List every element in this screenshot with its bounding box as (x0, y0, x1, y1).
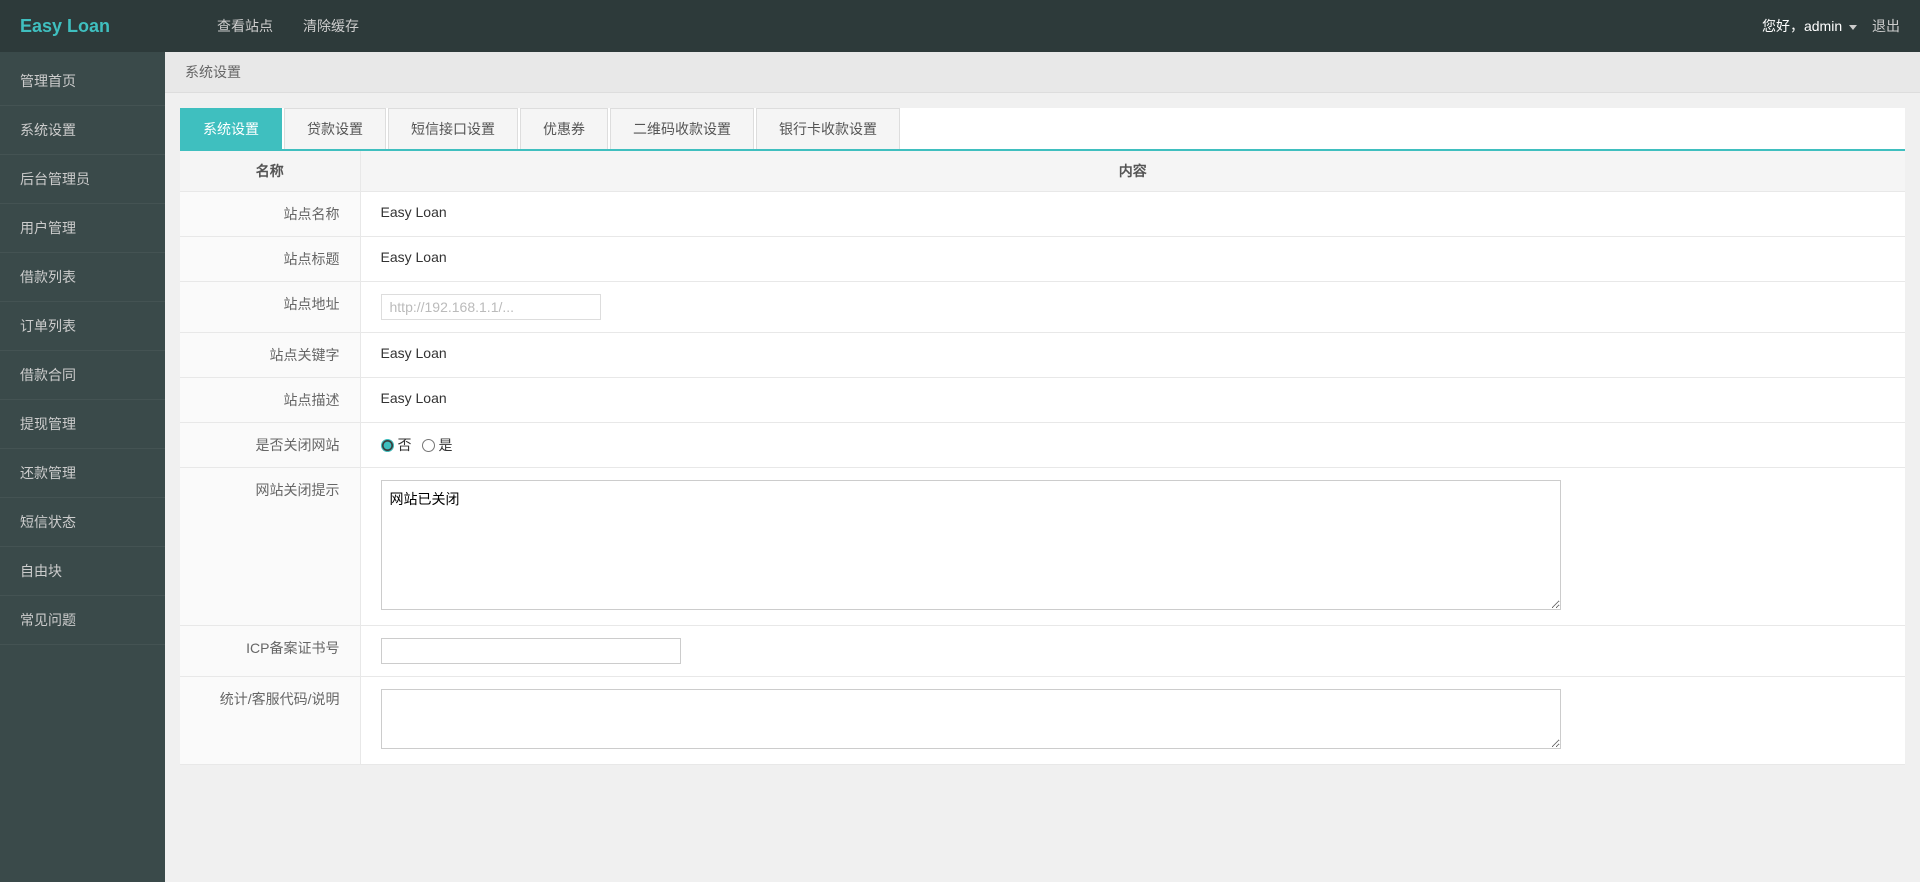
logout-button[interactable]: 退出 (1872, 16, 1900, 36)
table-row: 是否关闭网站 否 是 (180, 423, 1905, 468)
table-row: 统计/客服代码/说明 (180, 677, 1905, 765)
header-name: 名称 (180, 151, 360, 192)
icp-input[interactable] (381, 638, 681, 664)
breadcrumb: 系统设置 (165, 52, 1920, 93)
table-row: 站点名称 Easy Loan (180, 192, 1905, 237)
sidebar-item-free-block[interactable]: 自由块 (0, 547, 165, 596)
radio-no-text: 否 (398, 435, 412, 455)
tab-system-settings[interactable]: 系统设置 (180, 108, 282, 149)
site-desc-value: Easy Loan (381, 390, 447, 406)
site-keywords-value: Easy Loan (381, 345, 447, 361)
label-site-closed: 是否关闭网站 (180, 423, 360, 468)
table-row: 站点描述 Easy Loan (180, 378, 1905, 423)
value-stat-code (360, 677, 1905, 765)
view-site-link[interactable]: 查看站点 (217, 16, 273, 36)
tab-qrcode[interactable]: 二维码收款设置 (610, 108, 754, 149)
site-closed-radio-group: 否 是 (381, 435, 1886, 455)
user-dropdown-icon[interactable] (1849, 25, 1857, 30)
tab-sms-settings[interactable]: 短信接口设置 (388, 108, 518, 149)
sidebar-item-loan-list[interactable]: 借款列表 (0, 253, 165, 302)
sidebar-item-admin-manager[interactable]: 后台管理员 (0, 155, 165, 204)
label-stat-code: 统计/客服代码/说明 (180, 677, 360, 765)
site-url-input[interactable] (381, 294, 601, 320)
value-close-msg: 网站已关闭 (360, 468, 1905, 626)
user-area: 您好，admin 退出 (1762, 16, 1900, 36)
header-content: 内容 (360, 151, 1905, 192)
sidebar-item-sms[interactable]: 短信状态 (0, 498, 165, 547)
tab-coupon[interactable]: 优惠券 (520, 108, 608, 149)
radio-yes-text: 是 (439, 435, 453, 455)
content-area: 系统设置 贷款设置 短信接口设置 优惠券 二维码收款设置 银行卡收款设置 名称 … (180, 108, 1905, 765)
table-row: 站点关键字 Easy Loan (180, 333, 1905, 378)
sidebar: 管理首页 系统设置 后台管理员 用户管理 借款列表 订单列表 借款合同 提现管理… (0, 52, 165, 882)
value-site-closed: 否 是 (360, 423, 1905, 468)
tabs: 系统设置 贷款设置 短信接口设置 优惠券 二维码收款设置 银行卡收款设置 (180, 108, 1905, 151)
radio-no[interactable] (381, 439, 394, 452)
radio-yes[interactable] (422, 439, 435, 452)
sidebar-item-loan-contract[interactable]: 借款合同 (0, 351, 165, 400)
tab-loan-settings[interactable]: 贷款设置 (284, 108, 386, 149)
stat-code-textarea[interactable] (381, 689, 1561, 749)
value-site-name: Easy Loan (360, 192, 1905, 237)
sidebar-item-system-settings[interactable]: 系统设置 (0, 106, 165, 155)
clear-cache-link[interactable]: 清除缓存 (303, 16, 359, 36)
label-site-name: 站点名称 (180, 192, 360, 237)
main-content: 系统设置 系统设置 贷款设置 短信接口设置 优惠券 二维码收款设置 银行卡收款设… (165, 52, 1920, 882)
value-site-title: Easy Loan (360, 237, 1905, 282)
table-row: 站点标题 Easy Loan (180, 237, 1905, 282)
tab-bankcard[interactable]: 银行卡收款设置 (756, 108, 900, 149)
sidebar-item-withdraw[interactable]: 提现管理 (0, 400, 165, 449)
value-site-desc: Easy Loan (360, 378, 1905, 423)
main-layout: 管理首页 系统设置 后台管理员 用户管理 借款列表 订单列表 借款合同 提现管理… (0, 52, 1920, 882)
app-logo: Easy Loan (20, 16, 217, 37)
table-row: 站点地址 (180, 282, 1905, 333)
radio-no-label[interactable]: 否 (381, 435, 412, 455)
value-icp (360, 626, 1905, 677)
top-navigation: Easy Loan 查看站点 清除缓存 您好，admin 退出 (0, 0, 1920, 52)
label-icp: ICP备案证书号 (180, 626, 360, 677)
table-header: 名称 内容 (180, 151, 1905, 192)
label-site-desc: 站点描述 (180, 378, 360, 423)
table-row: 网站关闭提示 网站已关闭 (180, 468, 1905, 626)
nav-links: 查看站点 清除缓存 (217, 16, 1762, 36)
sidebar-item-order-list[interactable]: 订单列表 (0, 302, 165, 351)
user-greeting: 您好，admin (1762, 16, 1857, 36)
sidebar-item-dashboard[interactable]: 管理首页 (0, 57, 165, 106)
sidebar-item-user-manager[interactable]: 用户管理 (0, 204, 165, 253)
label-site-title: 站点标题 (180, 237, 360, 282)
value-site-keywords: Easy Loan (360, 333, 1905, 378)
radio-yes-label[interactable]: 是 (422, 435, 453, 455)
label-close-msg: 网站关闭提示 (180, 468, 360, 626)
settings-table: 名称 内容 站点名称 Easy Loan 站点标题 Easy Loan (180, 151, 1905, 765)
sidebar-item-faq[interactable]: 常见问题 (0, 596, 165, 645)
label-site-url: 站点地址 (180, 282, 360, 333)
value-site-url (360, 282, 1905, 333)
label-site-keywords: 站点关键字 (180, 333, 360, 378)
sidebar-item-repayment[interactable]: 还款管理 (0, 449, 165, 498)
site-title-value: Easy Loan (381, 249, 447, 265)
site-name-value: Easy Loan (381, 204, 447, 220)
table-row: ICP备案证书号 (180, 626, 1905, 677)
close-msg-textarea[interactable]: 网站已关闭 (381, 480, 1561, 610)
